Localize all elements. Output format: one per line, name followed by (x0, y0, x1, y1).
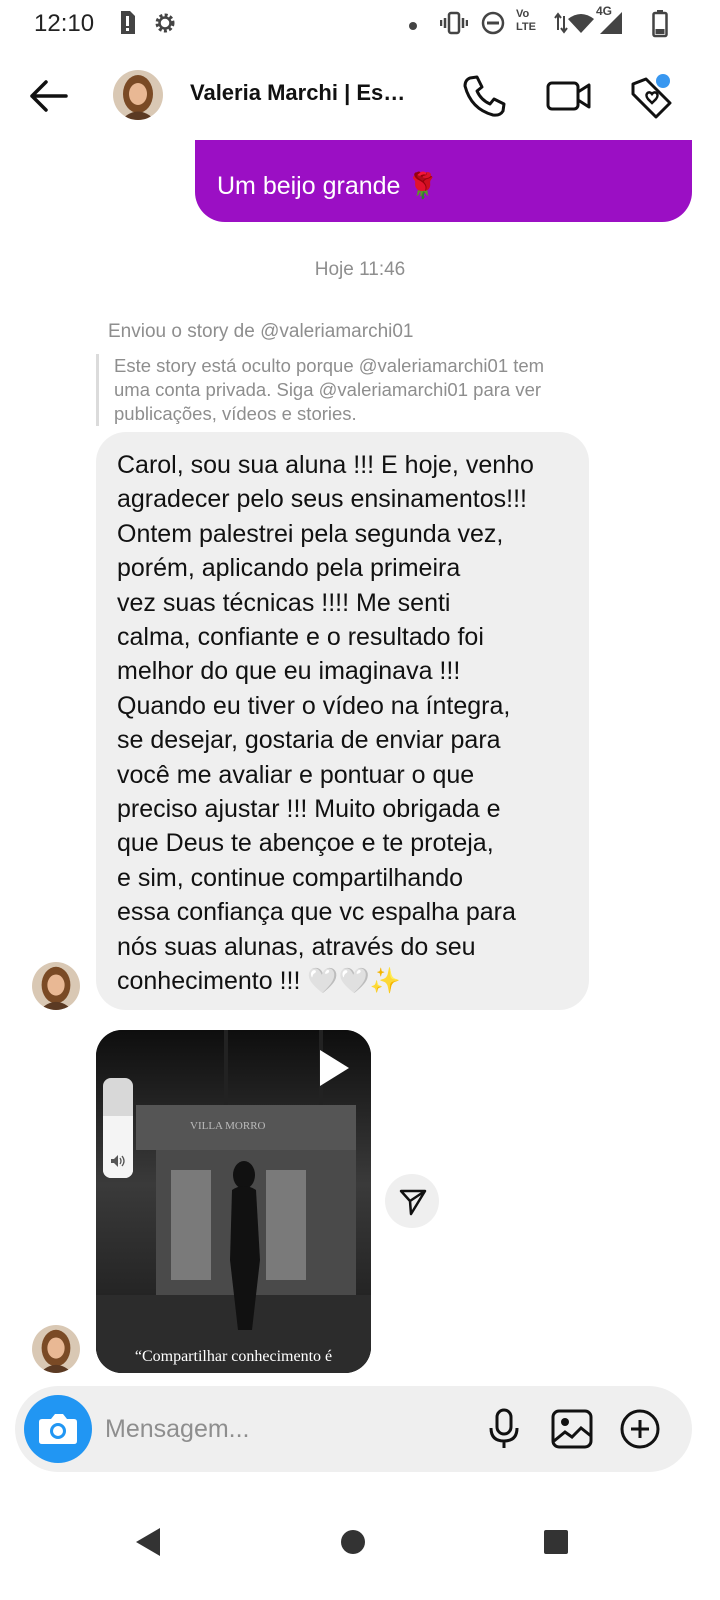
received-message-text: Carol, sou sua aluna !!! E hoje, venho a… (117, 448, 577, 999)
notification-badge (656, 74, 670, 88)
details-button[interactable] (628, 72, 676, 120)
message-line: que Deus te abençoe e te proteja, (117, 829, 494, 858)
do-not-disturb-icon (480, 10, 506, 41)
video-call-button[interactable] (545, 72, 593, 120)
video-message[interactable]: VILLA MORRO “Compartilhar conhecimento é (96, 1030, 371, 1373)
wifi-icon (567, 10, 595, 41)
play-button[interactable] (317, 1048, 351, 1093)
message-line: você me avaliar e pontuar o que (117, 760, 475, 789)
message-composer (15, 1386, 692, 1472)
notification-dot-icon (408, 18, 418, 36)
nav-recents-button[interactable] (526, 1512, 586, 1572)
back-arrow-icon (30, 80, 68, 112)
volume-slider[interactable] (103, 1078, 133, 1178)
volte-icon: Vo LTE (516, 8, 536, 33)
send-share-icon (399, 1189, 427, 1216)
camera-icon (39, 1414, 77, 1444)
message-line: se desejar, gostaria de enviar para (117, 726, 501, 755)
message-line: porém, aplicando pela primeira (117, 554, 461, 583)
video-caption: “Compartilhar conhecimento é (134, 1348, 333, 1365)
message-line: Quando eu tiver o vídeo na íntegra, (117, 691, 511, 720)
message-timestamp: Hoje 11:46 (314, 259, 406, 280)
message-line: conhecimento !!! 🤍🤍✨ (117, 967, 401, 996)
nav-recents-icon (544, 1530, 568, 1554)
message-line: nós suas alunas, através do seu (117, 932, 476, 961)
status-bar: 12:10 Vo LTE 4G (0, 0, 720, 48)
chat-header: Valeria Marchi | Esp… (0, 60, 720, 132)
avatar-photo (32, 962, 80, 1010)
hidden-story-line: uma conta privada. Siga @valeriamarchi01… (114, 379, 542, 400)
contact-avatar[interactable] (113, 70, 163, 120)
message-line: Ontem palestrei pela segunda vez, (117, 519, 504, 548)
message-input[interactable] (105, 1408, 475, 1450)
back-button[interactable] (24, 74, 72, 118)
video-sign-text: VILLA MORRO (190, 1120, 266, 1132)
hidden-story-notice: Este story está oculto porque @valeriama… (96, 354, 616, 426)
video-call-icon (546, 81, 591, 111)
avatar-photo (113, 70, 163, 120)
voice-message-button[interactable] (481, 1406, 527, 1452)
play-icon (320, 1050, 349, 1086)
voice-call-button[interactable] (460, 72, 508, 120)
share-video-button[interactable] (385, 1174, 439, 1228)
rose-emoji: 🌹 (407, 172, 439, 200)
data-arrows-icon (554, 10, 568, 41)
message-line: Carol, sou sua aluna !!! E hoje, venho (117, 451, 534, 479)
message-line: e sim, continue compartilhando (117, 863, 464, 892)
story-reply-note: Enviou o story de @valeriamarchi01 (108, 321, 414, 342)
nav-back-button[interactable] (118, 1512, 178, 1572)
message-line: preciso ajustar !!! Muito obrigada e (117, 795, 501, 824)
nav-back-icon (136, 1528, 160, 1556)
sender-avatar[interactable] (32, 1325, 80, 1373)
message-line: agradecer pelo seus ensinamentos!!! (117, 485, 527, 514)
microphone-icon (489, 1408, 519, 1448)
received-message-bubble[interactable]: Carol, sou sua aluna !!! E hoje, venho a… (96, 432, 589, 1010)
message-line: vez suas técnicas !!!! Me senti (117, 588, 451, 617)
battery-icon (652, 10, 668, 43)
sender-avatar[interactable] (32, 962, 80, 1010)
camera-button[interactable] (24, 1395, 92, 1463)
message-line: calma, confiante e o resultado foi (117, 623, 484, 652)
system-nav-bar (0, 1490, 720, 1600)
nav-home-icon (341, 1530, 365, 1554)
hidden-story-line: Este story está oculto porque @valeriama… (114, 355, 545, 376)
add-attachment-button[interactable] (617, 1406, 663, 1452)
avatar-photo (32, 1325, 80, 1373)
phone-call-icon (463, 75, 506, 117)
vibrate-icon (439, 10, 469, 41)
sd-card-alert-icon (118, 10, 136, 41)
add-circle-icon (620, 1409, 660, 1449)
hidden-story-line: publicações, vídeos e stories. (114, 403, 357, 424)
sent-message-text: Um beijo grande 🌹 (217, 172, 439, 200)
message-line: essa confiança que vc espalha para (117, 898, 516, 927)
sent-message-bubble[interactable]: Um beijo grande 🌹 (195, 140, 692, 222)
gallery-button[interactable] (549, 1406, 595, 1452)
status-time: 12:10 (34, 10, 95, 37)
volume-icon (110, 1154, 126, 1173)
heart-tag-icon (631, 74, 672, 119)
message-line: melhor do que eu imaginava !!! (117, 657, 461, 686)
gallery-icon (551, 1409, 593, 1449)
nav-home-button[interactable] (323, 1512, 383, 1572)
contact-name[interactable]: Valeria Marchi | Esp… (190, 80, 415, 106)
settings-gear-icon (152, 10, 178, 41)
